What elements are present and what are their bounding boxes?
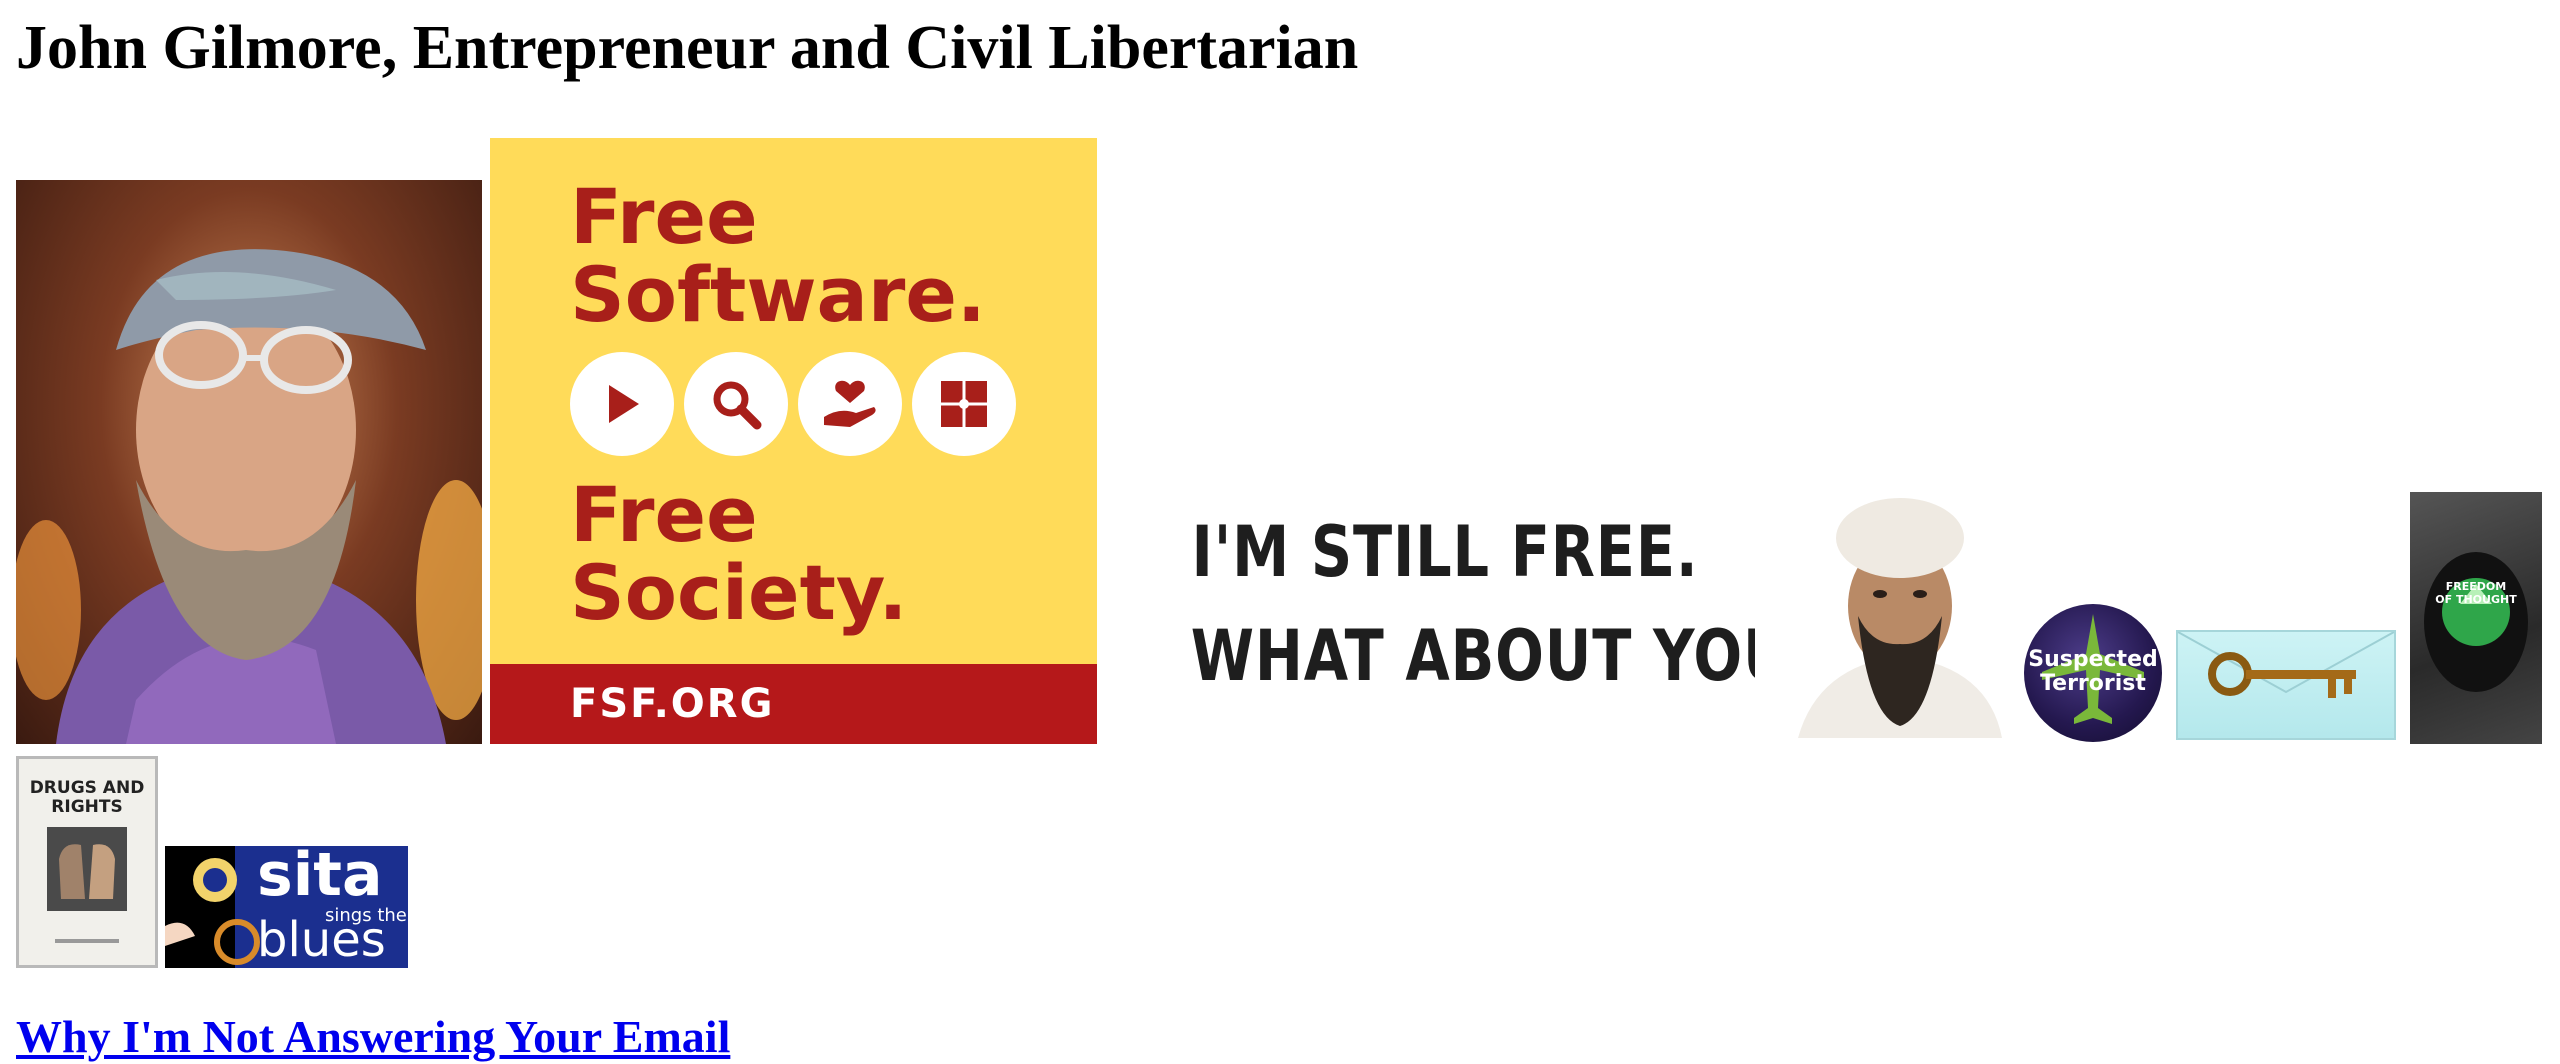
fsf-headline-software: Free Software. bbox=[570, 172, 986, 339]
still-free-banner[interactable]: I'M STILL FREE. WHAT ABOUT YOU? bbox=[1135, 500, 1755, 720]
still-free-line2: WHAT ABOUT YOU? bbox=[1190, 615, 1755, 697]
heart-hand-icon bbox=[798, 352, 902, 456]
keychain-illustration bbox=[2424, 552, 2528, 692]
keychain-text-line1: FREEDOM bbox=[2445, 580, 2507, 593]
why-not-answering-email-link[interactable]: Why I'm Not Answering Your Email bbox=[16, 1010, 730, 1064]
fsf-footer-url: FSF.ORG bbox=[490, 664, 1097, 744]
fists-icon bbox=[47, 827, 127, 943]
sita-sings-the-blues-banner[interactable]: sita sings the blues bbox=[165, 846, 408, 968]
freedom-of-thought-keychain[interactable]: FREEDOM OF THOUGHT bbox=[2410, 492, 2542, 744]
envelope-key-image[interactable] bbox=[2176, 630, 2396, 740]
keychain-text-line2: OF THOUGHT bbox=[2435, 593, 2517, 606]
still-free-line1: I'M STILL FREE. bbox=[1191, 511, 1699, 593]
badge-text-terrorist: Terrorist bbox=[2040, 671, 2146, 696]
sita-word: sita bbox=[257, 846, 383, 910]
turban-portrait-photo[interactable] bbox=[1788, 476, 2012, 738]
fsf-banner[interactable]: Free Software. Free Society. FSF.ORG bbox=[490, 138, 1097, 744]
keychain-text: FREEDOM OF THOUGHT bbox=[2410, 580, 2542, 606]
badge-text-suspected: Suspected bbox=[2028, 647, 2158, 672]
portrait-photo[interactable] bbox=[16, 180, 482, 744]
play-icon bbox=[570, 352, 674, 456]
drugs-and-rights-book-cover[interactable]: DRUGS AND RIGHTS bbox=[16, 756, 158, 968]
blues-word: blues bbox=[257, 912, 386, 968]
fsf-icon-row bbox=[570, 352, 1016, 456]
page-title: John Gilmore, Entrepreneur and Civil Lib… bbox=[16, 14, 1359, 82]
search-icon bbox=[684, 352, 788, 456]
suspected-terrorist-badge[interactable]: Suspected Terrorist bbox=[2024, 604, 2162, 742]
turban-portrait-illustration bbox=[1798, 498, 2002, 738]
puzzle-icon bbox=[912, 352, 1016, 456]
fsf-headline-society: Free Society. bbox=[570, 470, 908, 637]
portrait-illustration bbox=[16, 249, 482, 744]
key-icon bbox=[2178, 632, 2394, 698]
